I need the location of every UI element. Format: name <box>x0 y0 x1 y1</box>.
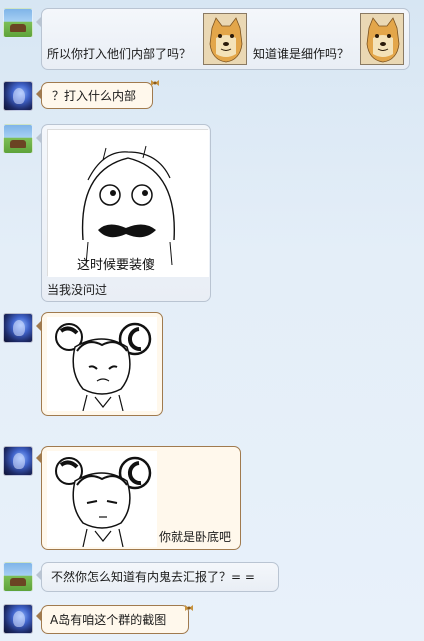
avatar[interactable] <box>3 604 33 634</box>
sticker-image <box>47 451 157 547</box>
message-text: 所以你打入他们内部了吗？ <box>47 47 192 61</box>
message-text: 当我没问过 <box>47 283 108 297</box>
avatar[interactable] <box>3 124 33 154</box>
doge-emoji <box>203 13 247 65</box>
message-1: 所以你打入他们内部了吗？ 知道谁是细作吗？ <box>0 0 424 74</box>
message-bubble[interactable]: ？打入什么内部 <box>41 82 153 109</box>
message-6: 不然你怎么知道有内鬼去汇报了？= = <box>0 560 424 596</box>
sticker-image: 这时候要装傻 <box>47 129 209 277</box>
message-bubble[interactable]: 不然你怎么知道有内鬼去汇报了？= = <box>41 562 279 592</box>
message-text: ？打入什么内部 <box>52 89 137 103</box>
message-bubble[interactable] <box>41 312 163 416</box>
message-2: ？打入什么内部 <box>0 78 424 114</box>
sticker-image <box>47 317 157 411</box>
message-text: 不然你怎么知道有内鬼去汇报了？= = <box>51 570 255 584</box>
message-text: 知道谁是细作吗？ <box>253 47 350 61</box>
doge-emoji <box>360 13 404 65</box>
message-3: 这时候要装傻 当我没问过 <box>0 120 424 305</box>
ribbon-decoration <box>151 80 159 86</box>
avatar[interactable] <box>3 313 33 343</box>
sticker-caption: 这时候要装傻 <box>77 258 156 273</box>
avatar[interactable] <box>3 8 33 38</box>
message-text: 你就是卧底吧 <box>159 530 232 544</box>
message-bubble[interactable]: 你就是卧底吧 <box>41 446 241 550</box>
ribbon-decoration <box>185 605 193 611</box>
message-bubble[interactable]: A岛有咱这个群的截图 <box>41 605 189 634</box>
avatar[interactable] <box>3 446 33 476</box>
message-7: A岛有咱这个群的截图 <box>0 600 424 641</box>
message-bubble[interactable]: 所以你打入他们内部了吗？ 知道谁是细作吗？ <box>41 8 410 70</box>
message-5: 你就是卧底吧 <box>0 440 424 555</box>
message-bubble[interactable]: 这时候要装傻 当我没问过 <box>41 124 211 302</box>
message-text: A岛有咱这个群的截图 <box>50 613 167 627</box>
avatar[interactable] <box>3 562 33 592</box>
avatar[interactable] <box>3 81 33 111</box>
message-4 <box>0 310 424 420</box>
